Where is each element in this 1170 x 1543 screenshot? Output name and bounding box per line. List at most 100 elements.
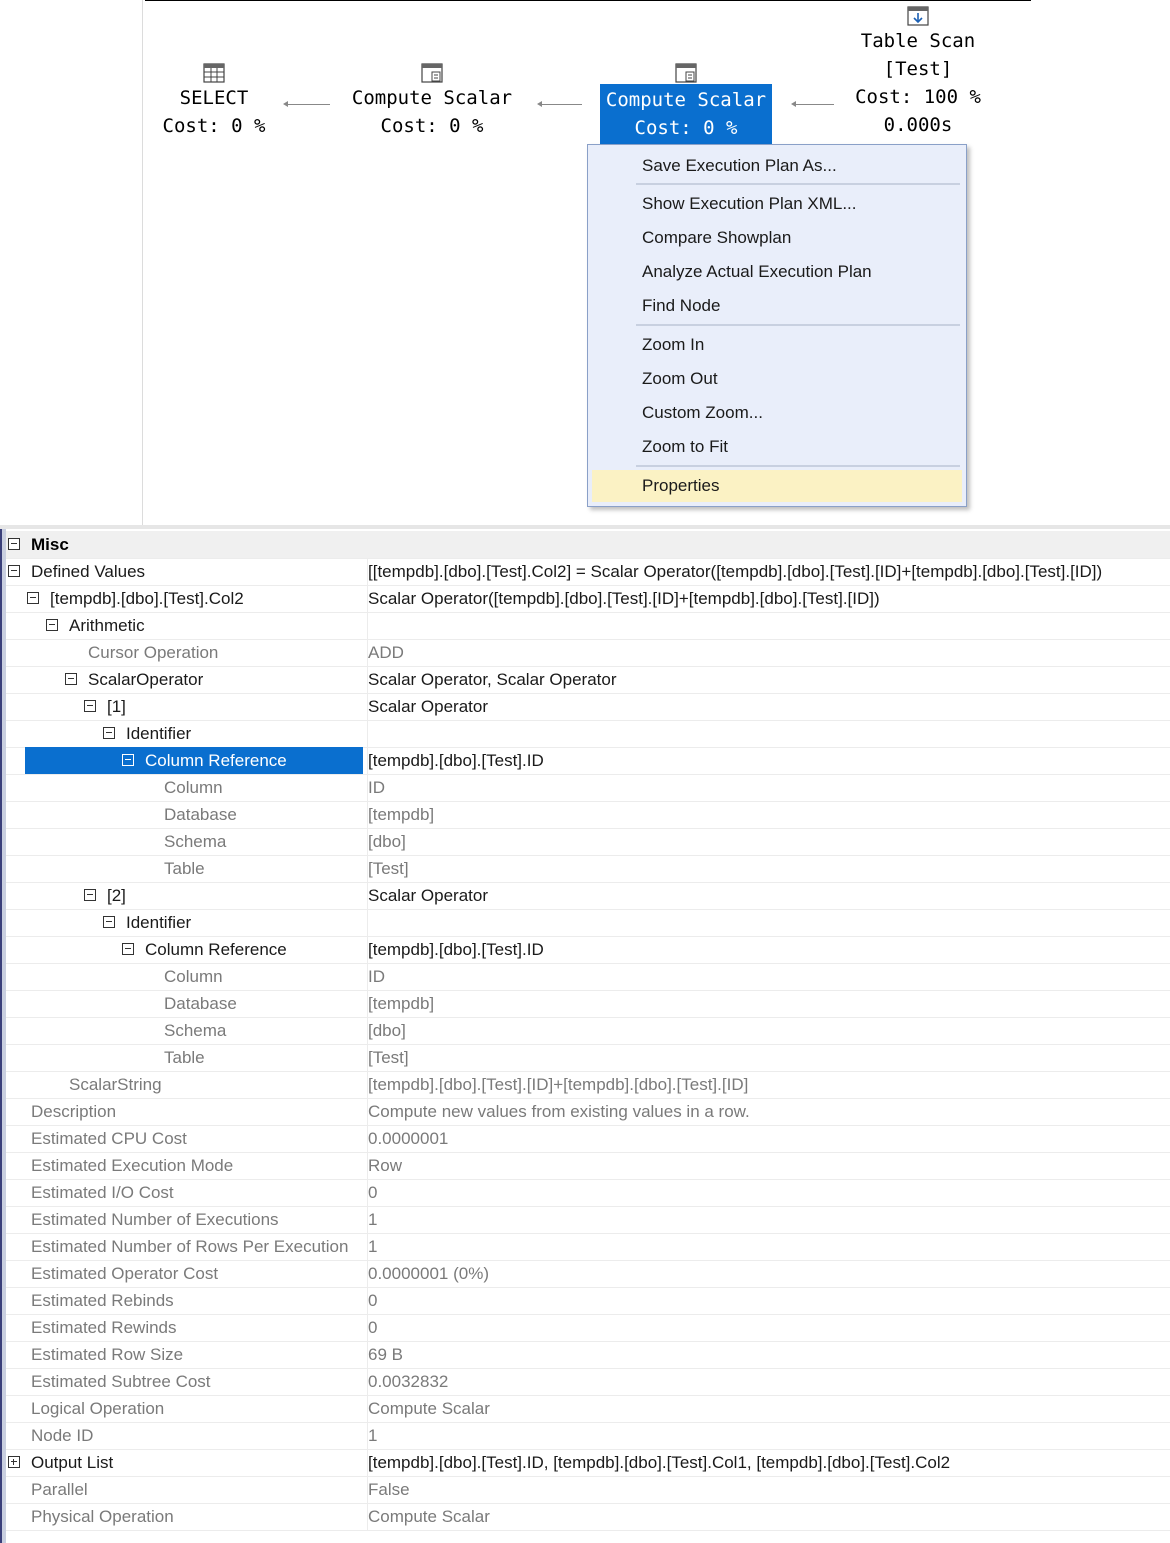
prop-row-column-1[interactable]: Column ID (6, 774, 1170, 802)
menu-item-compare-showplan[interactable]: Compare Showplan (592, 222, 962, 254)
menu-item-save-plan-as[interactable]: Save Execution Plan As... (592, 150, 962, 182)
collapse-icon[interactable] (8, 538, 20, 550)
prop-value (367, 909, 1170, 936)
menu-item-label: Zoom In (642, 335, 705, 354)
collapse-icon[interactable] (103, 727, 115, 739)
plan-node-compute-scalar-2[interactable]: Compute Scalar Cost: 0 % (582, 62, 790, 146)
prop-row-est-exec-mode[interactable]: Estimated Execution Mode Row (6, 1152, 1170, 1180)
plan-connector (286, 104, 330, 105)
plan-node-cost: Cost: 100 % (855, 86, 981, 108)
prop-row-table-1[interactable]: Table [Test] (6, 855, 1170, 883)
prop-value: 0 (367, 1314, 1170, 1341)
collapse-icon[interactable] (122, 943, 134, 955)
prop-value: 0 (367, 1179, 1170, 1206)
menu-item-custom-zoom[interactable]: Custom Zoom... (592, 397, 962, 429)
prop-row-item-2[interactable]: [2] Scalar Operator (6, 882, 1170, 910)
menu-item-zoom-to-fit[interactable]: Zoom to Fit (592, 431, 962, 463)
expand-icon[interactable] (8, 1456, 20, 1468)
prop-row-defined-values[interactable]: Defined Values [[tempdb].[dbo].[Test].Co… (6, 558, 1170, 586)
prop-row-est-operator-cost[interactable]: Estimated Operator Cost 0.0000001 (0%) (6, 1260, 1170, 1288)
execution-plan-canvas[interactable]: SELECT Cost: 0 % Compute Scalar Cost: 0 … (0, 0, 1170, 525)
prop-row-est-rows-per-exec[interactable]: Estimated Number of Rows Per Execution 1 (6, 1233, 1170, 1261)
prop-row-database-1[interactable]: Database [tempdb] (6, 801, 1170, 829)
collapse-icon[interactable] (8, 565, 20, 577)
menu-item-label: Compare Showplan (642, 228, 792, 247)
collapse-icon[interactable] (122, 754, 134, 766)
plan-node-cost: Cost: 0 % (634, 117, 738, 139)
prop-row-arithmetic[interactable]: Arithmetic (6, 612, 1170, 640)
collapse-icon[interactable] (46, 619, 58, 631)
prop-value: ADD (367, 639, 1170, 666)
prop-row-scalar-operator[interactable]: ScalarOperator Scalar Operator, Scalar O… (6, 666, 1170, 694)
prop-row-logical-operation[interactable]: Logical Operation Compute Scalar (6, 1395, 1170, 1423)
prop-value: 0 (367, 1287, 1170, 1314)
properties-splitter[interactable] (0, 525, 1170, 529)
prop-row-scalar-string[interactable]: ScalarString [tempdb].[dbo].[Test].[ID]+… (6, 1071, 1170, 1099)
menu-item-label: Save Execution Plan As... (642, 156, 837, 175)
prop-row-est-subtree-cost[interactable]: Estimated Subtree Cost 0.0032832 (6, 1368, 1170, 1396)
prop-value: [tempdb] (367, 801, 1170, 828)
category-misc[interactable]: Misc (6, 531, 1170, 559)
menu-item-properties[interactable]: Properties (592, 470, 962, 502)
prop-name: Estimated Rebinds (31, 1291, 174, 1310)
arrow-left-icon (791, 101, 796, 107)
prop-row-database-2[interactable]: Database [tempdb] (6, 990, 1170, 1018)
collapse-icon[interactable] (27, 592, 39, 604)
prop-row-column-2[interactable]: Column ID (6, 963, 1170, 991)
prop-value: [tempdb].[dbo].[Test].ID, [tempdb].[dbo]… (367, 1449, 1170, 1476)
plan-connector (540, 104, 582, 105)
properties-grid[interactable]: Misc Defined Values [[tempdb].[dbo].[Tes… (0, 525, 1170, 1543)
prop-row-node-id[interactable]: Node ID 1 (6, 1422, 1170, 1450)
plan-node-select[interactable]: SELECT Cost: 0 % (148, 62, 280, 140)
prop-row-est-rebinds[interactable]: Estimated Rebinds 0 (6, 1287, 1170, 1315)
prop-row-schema-2[interactable]: Schema [dbo] (6, 1017, 1170, 1045)
prop-row-est-cpu-cost[interactable]: Estimated CPU Cost 0.0000001 (6, 1125, 1170, 1153)
prop-row-output-list[interactable]: Output List [tempdb].[dbo].[Test].ID, [t… (6, 1449, 1170, 1477)
plan-node-label: Compute Scalar (605, 89, 767, 111)
plan-node-compute-scalar-1[interactable]: Compute Scalar Cost: 0 % (332, 62, 532, 140)
prop-row-cursor-operation[interactable]: Cursor Operation ADD (6, 639, 1170, 667)
prop-name: Parallel (31, 1480, 88, 1499)
prop-value: Compute Scalar (367, 1395, 1170, 1422)
prop-name: Defined Values (31, 562, 146, 581)
prop-row-est-num-executions[interactable]: Estimated Number of Executions 1 (6, 1206, 1170, 1234)
prop-row-column-reference-2[interactable]: Column Reference [tempdb].[dbo].[Test].I… (6, 936, 1170, 964)
collapse-icon[interactable] (65, 673, 77, 685)
prop-row-table-2[interactable]: Table [Test] (6, 1044, 1170, 1072)
prop-value (367, 720, 1170, 747)
prop-value: [tempdb] (367, 990, 1170, 1017)
prop-row-est-io-cost[interactable]: Estimated I/O Cost 0 (6, 1179, 1170, 1207)
prop-row-item-1[interactable]: [1] Scalar Operator (6, 693, 1170, 721)
prop-value: [tempdb].[dbo].[Test].ID (367, 936, 1170, 963)
prop-row-column-reference-1[interactable]: Column Reference [tempdb].[dbo].[Test].I… (6, 747, 1170, 775)
prop-value: ID (367, 963, 1170, 990)
menu-item-analyze-plan[interactable]: Analyze Actual Execution Plan (592, 256, 962, 288)
menu-item-show-plan-xml[interactable]: Show Execution Plan XML... (592, 188, 962, 220)
plan-node-time: 0.000s (883, 114, 953, 136)
plan-node-selected-box: Compute Scalar Cost: 0 % (599, 84, 773, 146)
menu-item-find-node[interactable]: Find Node (592, 290, 962, 322)
prop-row-description[interactable]: Description Compute new values from exis… (6, 1098, 1170, 1126)
collapse-icon[interactable] (103, 916, 115, 928)
prop-row-est-rewinds[interactable]: Estimated Rewinds 0 (6, 1314, 1170, 1342)
collapse-icon[interactable] (84, 889, 96, 901)
prop-row-physical-operation[interactable]: Physical Operation Compute Scalar (6, 1503, 1170, 1531)
prop-row-identifier-2[interactable]: Identifier (6, 909, 1170, 937)
plan-node-table-scan[interactable]: Table Scan [Test] Cost: 100 % 0.000s (836, 5, 1000, 139)
prop-name: Estimated Rewinds (31, 1318, 177, 1337)
menu-item-zoom-in[interactable]: Zoom In (592, 329, 962, 361)
prop-row-est-row-size[interactable]: Estimated Row Size 69 B (6, 1341, 1170, 1369)
prop-name: Estimated I/O Cost (31, 1183, 174, 1202)
prop-value: [dbo] (367, 1017, 1170, 1044)
prop-name: Column (164, 778, 223, 797)
prop-row-col2[interactable]: [tempdb].[dbo].[Test].Col2 Scalar Operat… (6, 585, 1170, 613)
prop-name: Logical Operation (31, 1399, 165, 1418)
menu-item-zoom-out[interactable]: Zoom Out (592, 363, 962, 395)
prop-row-parallel[interactable]: Parallel False (6, 1476, 1170, 1504)
prop-name: Column (164, 967, 223, 986)
prop-name: Estimated Number of Rows Per Execution (31, 1237, 349, 1256)
prop-row-schema-1[interactable]: Schema [dbo] (6, 828, 1170, 856)
prop-name: ScalarOperator (88, 670, 204, 689)
prop-row-identifier-1[interactable]: Identifier (6, 720, 1170, 748)
collapse-icon[interactable] (84, 700, 96, 712)
